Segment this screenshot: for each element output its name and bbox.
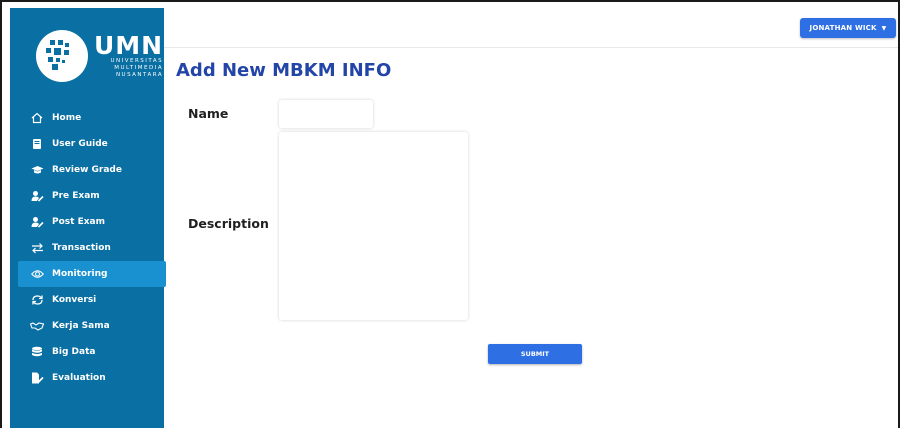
sidebar-item-monitoring[interactable]: Monitoring: [18, 261, 166, 287]
user-edit-icon: [30, 189, 44, 203]
user-name: JONATHAN WICK: [809, 24, 877, 32]
user-menu-button[interactable]: JONATHAN WICK ▼: [800, 18, 896, 38]
sidebar-item-user-guide[interactable]: User Guide: [18, 131, 166, 157]
user-edit-icon: [30, 215, 44, 229]
sidebar-item-label: User Guide: [52, 139, 108, 149]
sidebar-item-label: Konversi: [52, 295, 97, 305]
sidebar-nav: Home User Guide Review Grade Pre Exam Po…: [18, 105, 166, 391]
sidebar-item-pre-exam[interactable]: Pre Exam: [18, 183, 166, 209]
caret-down-icon: ▼: [881, 24, 887, 32]
sidebar-item-label: Evaluation: [52, 373, 106, 383]
database-icon: [30, 345, 44, 359]
logo-title: UMN: [94, 30, 164, 60]
sidebar-edge: [2, 8, 10, 428]
sidebar-item-label: Review Grade: [52, 165, 122, 175]
sidebar-item-konversi[interactable]: Konversi: [18, 287, 166, 313]
home-icon: [30, 111, 44, 125]
submit-button[interactable]: SUBMIT: [488, 344, 582, 364]
name-label: Name: [188, 106, 229, 121]
logo-emblem-icon: [36, 30, 88, 82]
sidebar-item-review-grade[interactable]: Review Grade: [18, 157, 166, 183]
sidebar-item-label: Pre Exam: [52, 191, 100, 201]
sidebar: UMN UNIVERSITAS MULTIMEDIA NUSANTARA Hom…: [10, 8, 166, 428]
exchange-icon: [30, 241, 44, 255]
sidebar-item-transaction[interactable]: Transaction: [18, 235, 166, 261]
sidebar-item-label: Kerja Sama: [52, 321, 110, 331]
graduation-cap-icon: [30, 163, 44, 177]
file-edit-icon: [30, 371, 44, 385]
sidebar-item-evaluation[interactable]: Evaluation: [18, 365, 166, 391]
topbar: JONATHAN WICK ▼: [164, 8, 898, 48]
description-textarea[interactable]: [279, 132, 468, 320]
logo-subtitle-3: NUSANTARA: [115, 71, 164, 78]
name-input[interactable]: [279, 100, 373, 128]
sidebar-item-label: Post Exam: [52, 217, 105, 227]
description-label: Description: [188, 216, 269, 231]
page-title: Add New MBKM INFO: [176, 60, 392, 81]
sidebar-item-kerja-sama[interactable]: Kerja Sama: [18, 313, 166, 339]
sidebar-item-big-data[interactable]: Big Data: [18, 339, 166, 365]
sidebar-item-post-exam[interactable]: Post Exam: [18, 209, 166, 235]
app-frame: UMN UNIVERSITAS MULTIMEDIA NUSANTARA Hom…: [0, 0, 900, 428]
sidebar-item-label: Transaction: [52, 243, 111, 253]
sidebar-item-label: Home: [52, 113, 82, 123]
sidebar-item-home[interactable]: Home: [18, 105, 166, 131]
handshake-icon: [30, 319, 44, 333]
eye-icon: [30, 267, 44, 281]
sync-icon: [30, 293, 44, 307]
sidebar-item-label: Monitoring: [52, 269, 108, 279]
book-icon: [30, 137, 44, 151]
logo-subtitle-2: MULTIMEDIA: [114, 64, 164, 71]
umn-logo[interactable]: UMN UNIVERSITAS MULTIMEDIA NUSANTARA: [36, 30, 163, 82]
sidebar-item-label: Big Data: [52, 347, 96, 357]
